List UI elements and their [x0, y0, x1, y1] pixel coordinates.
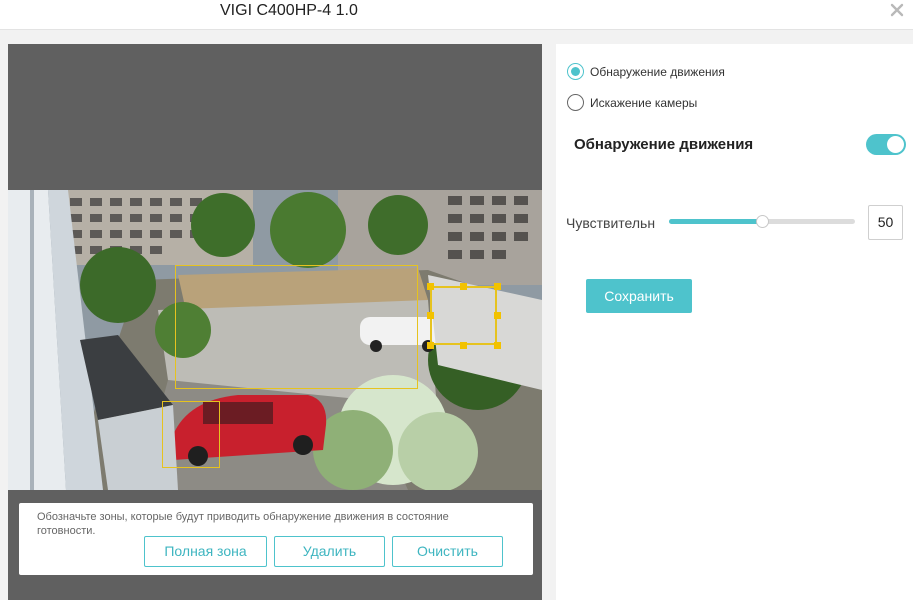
resize-handle[interactable] — [460, 342, 467, 349]
window-title: VIGI C400HP-4 1.0 — [220, 2, 358, 19]
detection-zone[interactable] — [175, 265, 418, 389]
zone-hint-panel: Обозначьте зоны, которые будут приводить… — [19, 503, 533, 575]
radio-camera-tampering[interactable]: Искажение камеры — [567, 94, 697, 111]
resize-handle[interactable] — [494, 283, 501, 290]
radio-motion-detection[interactable]: Обнаружение движения — [567, 63, 725, 80]
toggle-knob — [887, 136, 904, 153]
resize-handle[interactable] — [427, 342, 434, 349]
save-button[interactable]: Сохранить — [586, 279, 692, 313]
sensitivity-label: Чувствительн — [566, 215, 656, 231]
radio-button-checked[interactable] — [567, 63, 584, 80]
resize-handle[interactable] — [494, 312, 501, 319]
sensitivity-value-input[interactable]: 50 — [868, 205, 903, 240]
title-bar: VIGI C400HP-4 1.0 — [0, 0, 913, 30]
settings-panel: Обнаружение движения Искажение камеры Об… — [556, 44, 913, 600]
detection-zone[interactable] — [162, 401, 220, 468]
delete-button[interactable]: Удалить — [274, 536, 385, 567]
close-icon[interactable] — [889, 2, 905, 18]
sensitivity-slider[interactable] — [669, 215, 855, 228]
detection-zone-selected[interactable] — [430, 286, 497, 345]
section-title: Обнаружение движения — [574, 136, 754, 153]
resize-handle[interactable] — [460, 283, 467, 290]
resize-handle[interactable] — [427, 283, 434, 290]
resize-handle[interactable] — [427, 312, 434, 319]
zone-hint-text: Обозначьте зоны, которые будут приводить… — [37, 511, 449, 537]
radio-label: Обнаружение движения — [590, 64, 725, 79]
full-zone-button[interactable]: Полная зона — [144, 536, 267, 567]
resize-handle[interactable] — [494, 342, 501, 349]
camera-preview[interactable] — [8, 190, 542, 490]
radio-button[interactable] — [567, 94, 584, 111]
slider-thumb[interactable] — [756, 215, 769, 228]
slider-fill — [669, 219, 762, 224]
clear-button[interactable]: Очистить — [392, 536, 503, 567]
motion-detection-toggle[interactable] — [866, 134, 906, 155]
radio-label: Искажение камеры — [590, 95, 698, 110]
